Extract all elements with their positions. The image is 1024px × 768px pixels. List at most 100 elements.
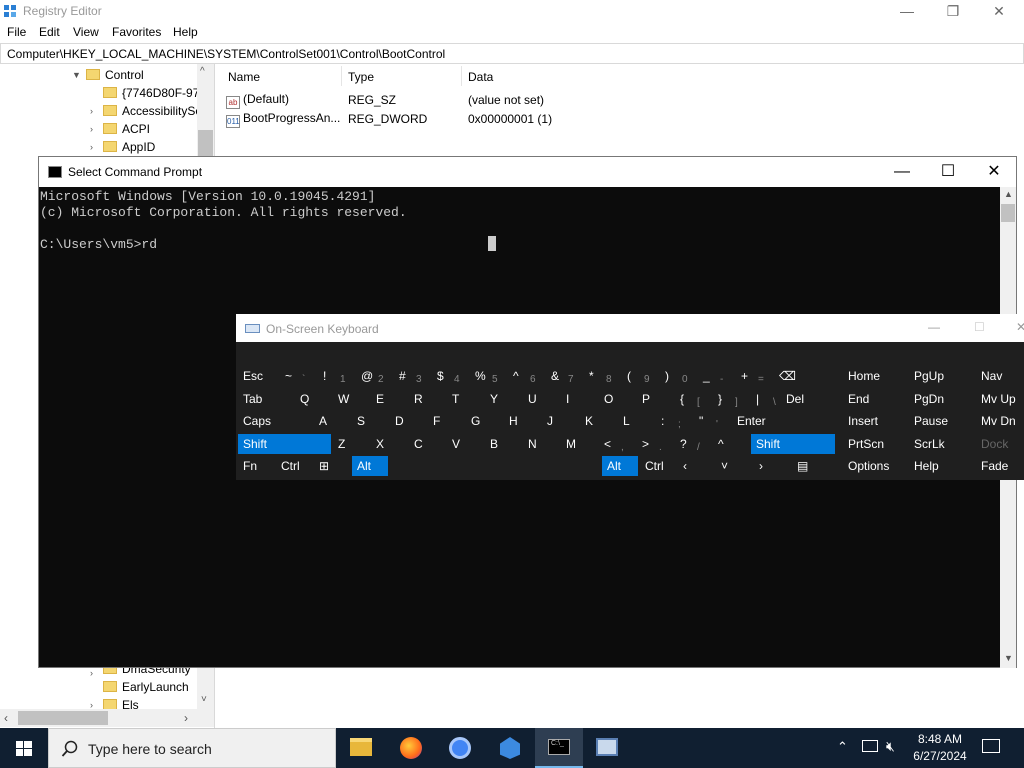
key-4-10[interactable]: ▤ [792,456,834,476]
key-2-3[interactable]: D [390,411,426,431]
osk-maximize-button[interactable]: ☐ [974,320,985,334]
nav-key-end[interactable]: End [843,388,907,409]
key-1-0[interactable]: Tab [238,388,293,409]
key-1-5[interactable]: T [447,388,483,409]
key-1-10[interactable]: P [637,388,673,409]
firefox-icon[interactable] [400,737,422,759]
key-0-3[interactable]: @2 [356,366,392,386]
nav-key-prtscn[interactable]: PrtScn [843,433,907,454]
cmd-title-bar[interactable]: Select Command Prompt — ☐ ✕ [39,157,1016,187]
key-1-4[interactable]: R [409,388,445,409]
key-4-5[interactable]: Alt [602,456,638,476]
chromium-icon[interactable] [449,737,471,759]
key-3-0[interactable]: Shift [238,433,331,454]
expand-icon[interactable]: › [90,142,93,152]
key-2-0[interactable]: Caps [238,411,312,431]
key-3-2[interactable]: X [371,433,407,454]
registry-editor-taskbar-icon[interactable] [500,737,520,759]
key-2-9[interactable]: L [618,411,654,431]
notifications-icon[interactable] [982,739,1000,753]
key-3-12[interactable]: Shift [751,433,835,454]
value-row-name[interactable]: 011 BootProgressAn... [226,111,340,128]
key-3-7[interactable]: M [561,433,597,454]
menu-help[interactable]: Help [173,25,198,39]
key-0-7[interactable]: ^ 6 [508,366,544,386]
nav-key-mv-up[interactable]: Mv Up [976,388,1024,409]
nav-key-home[interactable]: Home [843,366,907,386]
key-3-5[interactable]: B [485,433,521,454]
key-1-1[interactable]: Q [295,388,331,409]
menu-favorites[interactable]: Favorites [112,25,161,39]
nav-key-insert[interactable]: Insert [843,411,907,431]
address-bar[interactable]: Computer\HKEY_LOCAL_MACHINE\SYSTEM\Contr… [0,43,1024,64]
key-1-7[interactable]: U [523,388,559,409]
menu-file[interactable]: File [7,25,26,39]
nav-key-nav[interactable]: Nav [976,366,1024,386]
key-3-1[interactable]: Z [333,433,369,454]
file-explorer-icon[interactable] [350,738,372,756]
volume-muted-icon[interactable]: 🔇︎ [886,738,895,755]
key-2-6[interactable]: H [504,411,540,431]
osk-minimize-button[interactable]: — [928,320,940,334]
key-1-14[interactable]: Del [781,388,826,409]
key-1-13[interactable]: | \ [751,388,779,409]
nav-key-help[interactable]: Help [909,456,973,476]
search-box[interactable]: Type here to search [48,728,336,768]
scroll-up-icon[interactable]: ^ [200,66,205,77]
nav-key-dock[interactable]: Dock [976,433,1024,454]
expand-icon[interactable]: › [90,124,93,134]
key-4-7[interactable]: ‹ [678,456,714,476]
key-3-3[interactable]: C [409,433,445,454]
tree-item[interactable]: AccessibilitySe [103,102,202,120]
key-0-10[interactable]: (9 [622,366,658,386]
key-4-3[interactable]: Alt [352,456,388,476]
key-0-2[interactable]: ! 1 [318,366,354,386]
on-screen-keyboard-taskbar-icon[interactable] [596,738,618,756]
key-2-5[interactable]: G [466,411,502,431]
key-0-1[interactable]: ~ ` [280,366,316,386]
scroll-down-icon[interactable]: ˅ [201,694,207,705]
key-2-12[interactable]: Enter [732,411,830,431]
key-2-4[interactable]: F [428,411,464,431]
key-1-6[interactable]: Y [485,388,521,409]
expand-icon[interactable]: › [90,668,93,678]
nav-key-options[interactable]: Options [843,456,907,476]
key-4-2[interactable]: ⊞ [314,456,350,476]
nav-key-mv-dn[interactable]: Mv Dn [976,411,1024,431]
key-3-9[interactable]: >. [637,433,673,454]
minimize-button[interactable]: — [884,0,930,22]
column-header-name[interactable]: Name [228,70,260,84]
expand-icon[interactable]: › [90,106,93,116]
key-2-11[interactable]: " ' [694,411,730,431]
key-3-6[interactable]: N [523,433,559,454]
tree-item-control[interactable]: Control [86,66,144,84]
key-2-7[interactable]: J [542,411,578,431]
key-0-12[interactable]: _ - [698,366,734,386]
scroll-thumb[interactable] [1001,204,1015,222]
key-0-6[interactable]: % 5 [470,366,506,386]
key-1-8[interactable]: I [561,388,597,409]
clock[interactable]: 8:48 AM 6/27/2024 [906,731,974,765]
osk-title-bar[interactable]: On-Screen Keyboard — ☐ ✕ [236,314,1024,342]
nav-key-pause[interactable]: Pause [909,411,973,431]
key-0-4[interactable]: #3 [394,366,430,386]
start-button[interactable] [0,728,48,768]
cmd-close-button[interactable]: ✕ [971,157,1017,187]
key-2-10[interactable]: :; [656,411,692,431]
tree-horizontal-scrollbar[interactable]: ‹ › [0,709,214,727]
key-1-11[interactable]: {[ [675,388,711,409]
key-0-14[interactable]: ⌫ [774,366,836,386]
key-0-11[interactable]: ) 0 [660,366,696,386]
key-3-4[interactable]: V [447,433,483,454]
key-3-10[interactable]: ? / [675,433,711,454]
tree-item[interactable]: ACPI [103,120,150,138]
chevron-up-icon[interactable]: ⌃ [837,739,848,755]
nav-key-pgup[interactable]: PgUp [909,366,973,386]
scroll-thumb[interactable] [18,711,108,725]
key-1-9[interactable]: O [599,388,635,409]
scroll-left-icon[interactable]: ‹ [4,711,8,725]
scroll-right-icon[interactable]: › [184,711,188,725]
cmd-maximize-button[interactable]: ☐ [925,157,971,187]
key-3-8[interactable]: <, [599,433,635,454]
column-header-data[interactable]: Data [468,70,493,84]
